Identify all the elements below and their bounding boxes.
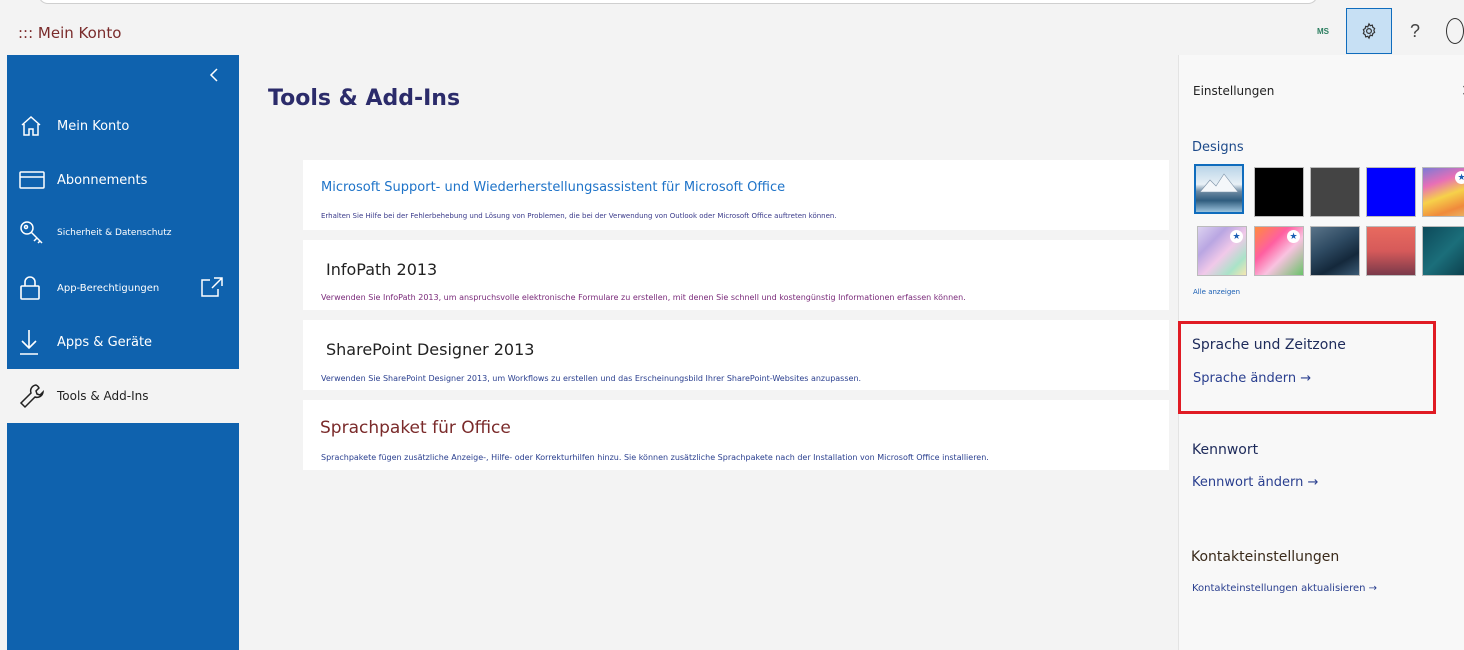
wrench-icon <box>7 383 57 409</box>
tool-card-sprachpaket[interactable]: Sprachpaket für Office Sprachpakete füge… <box>303 400 1169 470</box>
card-title[interactable]: InfoPath 2013 <box>326 260 437 279</box>
page-title: Tools & Add-Ins <box>268 86 461 111</box>
theme-pink-cat[interactable]: ★ <box>1254 226 1304 276</box>
sidebar-item-label: Abonnements <box>57 172 148 188</box>
card-icon <box>7 170 57 190</box>
theme-dark-gray[interactable] <box>1310 167 1360 217</box>
external-link-icon <box>201 277 223 297</box>
contact-heading: Kontakteinstellungen <box>1191 549 1340 565</box>
update-contact-link[interactable]: Kontakteinstellungen aktualisieren → <box>1192 583 1377 594</box>
gear-icon <box>1362 22 1376 40</box>
tool-card-sharepoint-designer[interactable]: SharePoint Designer 2013 Verwenden Sie S… <box>303 320 1169 390</box>
sidebar-item-abonnements[interactable]: Abonnements <box>7 153 239 207</box>
password-heading: Kennwort <box>1192 442 1259 458</box>
sidebar-item-label: App-Berechtigungen <box>57 282 160 294</box>
tool-card-infopath[interactable]: InfoPath 2013 Verwenden Sie InfoPath 201… <box>303 240 1169 310</box>
avatar-icon <box>1446 18 1464 44</box>
theme-circuit[interactable] <box>1422 226 1464 276</box>
sidebar-item-label: Tools & Add-Ins <box>57 389 149 403</box>
card-description: Verwenden Sie SharePoint Designer 2013, … <box>321 374 862 383</box>
theme-blue[interactable] <box>1366 167 1416 217</box>
sidebar-item-label: Mein Konto <box>57 118 130 134</box>
card-description: Verwenden Sie InfoPath 2013, um anspruch… <box>321 293 966 302</box>
premium-star-icon: ★ <box>1287 230 1300 243</box>
tool-card-support-assistant[interactable]: Microsoft Support- und Wiederherstellung… <box>303 160 1169 230</box>
lock-icon <box>7 275 57 301</box>
settings-gear-button[interactable] <box>1346 8 1392 54</box>
card-title[interactable]: SharePoint Designer 2013 <box>326 340 534 359</box>
top-bar: ::: Mein Konto MS ? <box>0 0 1464 56</box>
theme-rainbow[interactable]: ★ <box>1422 167 1464 217</box>
sidebar-item-label: Apps & Geräte <box>57 334 153 350</box>
theme-black[interactable] <box>1254 167 1304 217</box>
highlight-box <box>1178 321 1436 414</box>
mountain-icon <box>1199 173 1239 193</box>
sidebar-item-tools-addins[interactable]: Tools & Add-Ins <box>7 369 239 423</box>
sidebar: Mein Konto Abonnements Sicherheit & Date… <box>7 55 239 650</box>
settings-title: Einstellungen <box>1193 84 1275 98</box>
sidebar-item-apps-geraete[interactable]: Apps & Geräte <box>7 315 239 369</box>
download-icon <box>7 329 57 355</box>
theme-palm-sunset[interactable] <box>1366 226 1416 276</box>
theme-mountain-lake[interactable] <box>1194 164 1244 214</box>
card-title[interactable]: Microsoft Support- und Wiederherstellung… <box>321 180 785 195</box>
top-icons: MS ? <box>1300 8 1464 54</box>
account-avatar[interactable] <box>1438 8 1464 54</box>
sidebar-item-app-berechtigungen[interactable]: App-Berechtigungen <box>7 261 239 315</box>
show-all-themes-link[interactable]: Alle anzeigen <box>1193 288 1240 296</box>
change-password-link[interactable]: Kennwort ändern → <box>1192 475 1318 490</box>
card-description: Sprachpakete fügen zusätzliche Anzeige-,… <box>321 453 989 462</box>
premium-star-icon: ★ <box>1455 171 1464 184</box>
home-icon <box>7 114 57 138</box>
sidebar-item-sicherheit[interactable]: Sicherheit & Datenschutz <box>7 206 239 260</box>
premium-star-icon: ★ <box>1230 230 1243 243</box>
sidebar-item-mein-konto[interactable]: Mein Konto <box>7 99 239 153</box>
sidebar-item-label: Sicherheit & Datenschutz <box>57 228 172 238</box>
ms-badge-icon[interactable]: MS <box>1300 8 1346 54</box>
help-button[interactable]: ? <box>1392 8 1438 54</box>
designs-heading: Designs <box>1192 140 1244 155</box>
theme-ocean-waves[interactable] <box>1310 226 1360 276</box>
key-icon <box>7 220 57 246</box>
app-title[interactable]: ::: Mein Konto <box>18 24 121 42</box>
collapse-chevron-icon[interactable] <box>207 67 223 83</box>
theme-pastel-swirl[interactable]: ★ <box>1197 226 1247 276</box>
browser-frame-edge <box>38 0 1318 4</box>
card-description: Erhalten Sie Hilfe bei der Fehlerbehebun… <box>321 212 837 220</box>
card-title[interactable]: Sprachpaket für Office <box>320 418 511 438</box>
